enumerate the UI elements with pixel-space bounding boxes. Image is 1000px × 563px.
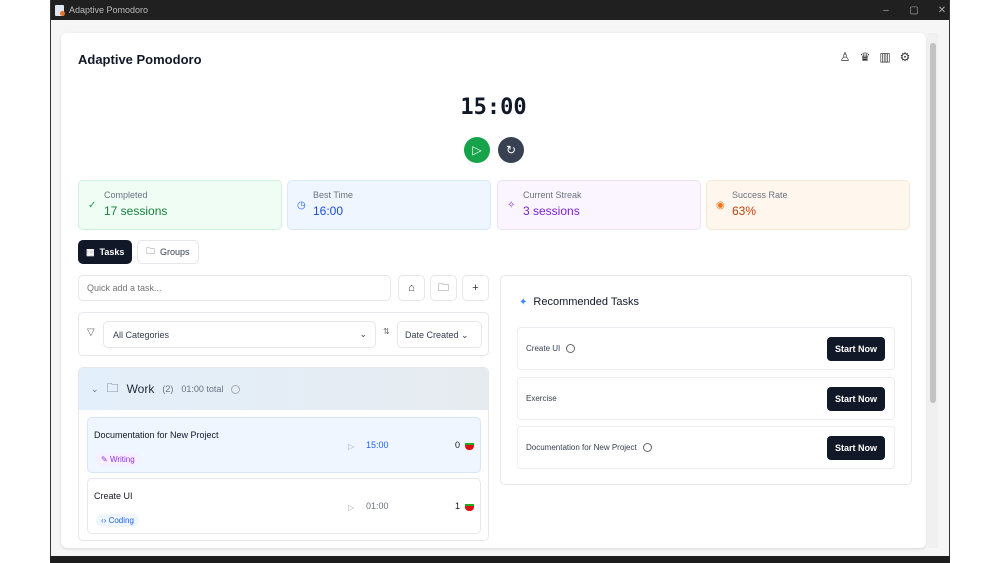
task-tag: ✎ Writing xyxy=(96,453,140,466)
tab-label: Tasks xyxy=(99,247,125,257)
close-button[interactable]: ✕ xyxy=(927,0,957,20)
stat-value: 16:00 xyxy=(313,204,344,218)
stat-best-time: ◷ Best Time 16:00 xyxy=(287,180,491,230)
target-icon: ◉ xyxy=(716,200,725,211)
tag-icon: ⌂ xyxy=(408,282,415,294)
stat-value: 63% xyxy=(732,204,757,218)
tab-label: Groups xyxy=(160,247,190,257)
chevron-down-icon[interactable]: ⌄ xyxy=(91,384,99,395)
start-now-button[interactable]: Start Now xyxy=(827,337,885,361)
item-name: Create UI xyxy=(526,344,561,353)
sort-value: Date Created xyxy=(405,330,459,340)
start-now-button[interactable]: Start Now xyxy=(827,387,885,411)
plus-icon: + xyxy=(472,282,479,294)
tab-groups[interactable]: 🗀 Groups xyxy=(137,240,199,264)
title-bar: Adaptive Pomodoro xyxy=(51,0,949,20)
filter-bar: ▽ All Categories ⌄ ⇅ Date Created ⌄ xyxy=(78,312,489,356)
clock-icon: ◷ xyxy=(297,200,306,211)
pomodoro-count: 0 xyxy=(455,440,461,450)
play-button[interactable]: ▷ xyxy=(464,137,490,163)
folder-icon: 🗀 xyxy=(106,380,119,395)
folder-button[interactable]: 🗀 xyxy=(430,275,457,301)
stat-success-rate: ◉ Success Rate 63% xyxy=(706,180,910,230)
pomodoro-count: 1 xyxy=(455,501,461,511)
stat-label: Completed xyxy=(104,190,148,200)
task-group: ⌄ 🗀 Work (2) 01:00 total Documentation f… xyxy=(78,367,489,541)
tag-label: Writing xyxy=(109,455,135,464)
stat-streak: ✧ Current Streak 3 sessions xyxy=(497,180,701,230)
maximize-button[interactable]: ▢ xyxy=(899,0,929,20)
item-name: Documentation for New Project xyxy=(526,443,637,452)
quick-add-input[interactable] xyxy=(78,275,391,301)
tag-button[interactable]: ⌂ xyxy=(398,275,425,301)
tab-tasks[interactable]: ▦ Tasks xyxy=(78,240,133,264)
minimize-button[interactable]: – xyxy=(871,0,901,20)
recommended-item: Create UI Start Now xyxy=(517,327,895,370)
chevron-down-icon: ⌄ xyxy=(359,329,367,339)
app-window: Adaptive Pomodoro – ▢ ✕ Adaptive Pomodor… xyxy=(50,0,950,560)
stat-completed: ✓ Completed 17 sessions xyxy=(78,180,282,230)
chevron-down-icon: ⌄ xyxy=(461,330,469,340)
stat-value: 17 sessions xyxy=(104,204,168,218)
task-item[interactable]: Documentation for New Project ✎ Writing … xyxy=(87,417,481,473)
grid-icon: ▦ xyxy=(86,246,95,257)
scrollbar[interactable] xyxy=(928,33,938,548)
recommended-item: Exercise Start Now xyxy=(517,377,895,420)
group-name: Work xyxy=(126,382,155,396)
window-title: Adaptive Pomodoro xyxy=(69,5,149,15)
tomato-icon xyxy=(465,504,474,511)
item-name: Exercise xyxy=(526,394,557,403)
recommended-panel: ✦ Recommended Tasks Create UI Start Now E… xyxy=(500,275,912,485)
category-select[interactable]: All Categories ⌄ xyxy=(103,321,376,348)
play-icon[interactable]: ▷ xyxy=(348,442,354,451)
chart-icon[interactable]: ▥ xyxy=(878,50,892,64)
page-title: Adaptive Pomodoro xyxy=(78,52,202,67)
task-item[interactable]: Create UI ‹› Coding ▷ 01:00 1 xyxy=(87,478,481,534)
stat-label: Success Rate xyxy=(732,190,788,200)
stat-label: Best Time xyxy=(313,190,354,200)
info-icon[interactable] xyxy=(566,344,576,353)
panel-title: Recommended Tasks xyxy=(533,296,639,308)
task-name: Documentation for New Project xyxy=(94,430,219,440)
stat-value: 3 sessions xyxy=(523,204,580,218)
play-icon[interactable]: ▷ xyxy=(348,503,354,512)
app-icon xyxy=(55,4,65,16)
play-icon: ▷ xyxy=(472,143,482,157)
start-now-button[interactable]: Start Now xyxy=(827,436,885,460)
group-total: 01:00 total xyxy=(181,384,224,394)
task-tag: ‹› Coding xyxy=(96,514,139,527)
add-task-button[interactable]: + xyxy=(462,275,489,301)
task-name: Create UI xyxy=(94,491,133,501)
filter-icon: ▽ xyxy=(87,327,95,338)
user-icon[interactable]: ♙ xyxy=(838,50,852,64)
settings-icon[interactable]: ⚙ xyxy=(898,50,912,64)
recommended-item: Documentation for New Project Start Now xyxy=(517,426,895,469)
info-icon[interactable] xyxy=(642,443,652,452)
stat-label: Current Streak xyxy=(523,190,582,200)
taskbar-strip xyxy=(50,556,950,563)
tag-label: Coding xyxy=(108,516,134,525)
sparkles-icon: ✦ xyxy=(519,296,528,308)
info-icon[interactable] xyxy=(231,384,241,394)
crown-icon[interactable]: ♛ xyxy=(858,50,872,64)
folder-icon: 🗀 xyxy=(438,281,449,294)
timer-display: 15:00 xyxy=(460,95,527,120)
group-count: (2) xyxy=(162,384,174,394)
task-time: 01:00 xyxy=(366,501,389,511)
folder-icon: 🗀 xyxy=(146,246,156,256)
sparkle-icon: ✧ xyxy=(507,200,516,211)
group-header[interactable]: ⌄ 🗀 Work (2) 01:00 total xyxy=(79,368,488,410)
reset-button[interactable]: ↻ xyxy=(498,137,524,163)
sort-select[interactable]: Date Created ⌄ xyxy=(397,321,482,348)
main-card: Adaptive Pomodoro ♙ ♛ ▥ ⚙ 15:00 ▷ ↻ ✓ Co… xyxy=(61,33,926,548)
category-value: All Categories xyxy=(113,330,170,340)
task-time: 15:00 xyxy=(366,440,389,450)
tomato-icon xyxy=(465,443,474,450)
reset-icon: ↻ xyxy=(505,143,517,157)
check-icon: ✓ xyxy=(88,200,97,211)
sort-icon: ⇅ xyxy=(383,327,390,336)
scrollbar-thumb[interactable] xyxy=(930,43,936,403)
